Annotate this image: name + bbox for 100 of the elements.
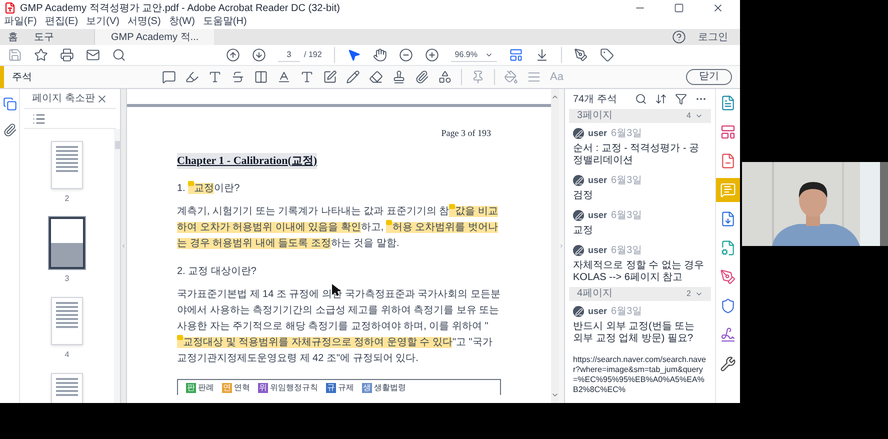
chapter-heading: Chapter 1 - Calibration(교정) <box>177 152 318 169</box>
previous-page-icon[interactable] <box>226 48 240 62</box>
menu-item[interactable]: 도움말(H) <box>202 17 247 27</box>
page-group-label[interactable]: 3페이지 <box>577 111 687 121</box>
page-number-field[interactable]: 3 <box>278 48 300 62</box>
page-count: / 192 <box>304 49 322 61</box>
menu-item[interactable]: 파일(F) <box>4 17 37 27</box>
comment-card[interactable]: user 6월3일 순서 : 교정 - 적격성평가 - 공정밸리데이션 <box>565 123 715 170</box>
page-header: Page 3 of 193 <box>441 127 491 140</box>
section-heading: 2. 교정 대상이란? <box>177 265 258 279</box>
page-fit-icon[interactable] <box>509 48 524 62</box>
annotation-tool-icon[interactable] <box>254 70 268 84</box>
annotation-tool-icon[interactable] <box>300 70 314 84</box>
mail-icon[interactable] <box>86 48 100 62</box>
print-icon[interactable] <box>60 48 74 62</box>
tab[interactable]: GMP Academy 적... <box>94 29 214 45</box>
zoom-in-icon[interactable] <box>424 48 439 62</box>
tool-icon[interactable] <box>720 298 736 314</box>
annotation-tool-icon[interactable] <box>208 70 222 84</box>
fill-color-icon[interactable] <box>504 70 518 84</box>
zoom-dropdown[interactable]: 96.9% <box>450 48 498 62</box>
comment-author: user <box>588 304 608 318</box>
window-title: GMP Academy 적격성평가 교안.pdf - Adobe Acrobat Reader DC (32-bit) <box>20 2 340 16</box>
comment-card[interactable]: user 6월3일 교정 <box>565 205 715 240</box>
avatar-icon <box>573 175 584 186</box>
pointer-icon[interactable] <box>346 48 361 62</box>
tool-icon[interactable] <box>720 211 736 227</box>
legend-badge: 판 <box>186 382 196 392</box>
tag-icon[interactable] <box>600 48 614 62</box>
annotation-tool-icon[interactable] <box>277 70 291 84</box>
legend-label: 연혁 <box>234 382 250 394</box>
tool-icon[interactable] <box>720 356 736 372</box>
attachment-icon[interactable] <box>2 123 16 137</box>
tab[interactable]: 홈 <box>0 29 26 45</box>
sign-icon[interactable] <box>574 48 588 62</box>
comment-link[interactable]: https://search.naver.com/search.naver?where=image&sm=tab_jum&query=%EC%95%95%EB%A0%A5%EA%B2%8C%EC% <box>573 355 707 395</box>
panel-title: 페이지 축소판 <box>32 92 95 106</box>
close-button[interactable]: 닫기 <box>686 69 732 85</box>
legend-label: 판례 <box>198 382 214 394</box>
page-thumbnail[interactable] <box>49 217 85 269</box>
close-icon[interactable] <box>96 92 108 104</box>
page-number: 3 <box>64 273 70 285</box>
annotation-tool-icon[interactable] <box>162 70 176 84</box>
comment-date: 6월3일 <box>611 174 642 188</box>
comment-card[interactable]: user 6월3일 자체적으로 정할 수 없는 경우 KOLAS --> 6페이지 참고 <box>565 240 715 287</box>
annotation-tool-icon[interactable] <box>323 70 337 84</box>
comment-author: user <box>588 126 608 140</box>
filter-icon[interactable] <box>675 93 687 105</box>
comments-count: 74개 주석 <box>573 92 618 106</box>
search-icon[interactable] <box>112 48 126 62</box>
chevron-icon[interactable] <box>695 290 703 298</box>
scroll-down-icon[interactable] <box>551 391 559 399</box>
hand-icon[interactable] <box>372 48 387 62</box>
pages-icon[interactable] <box>2 97 16 111</box>
annotation-tool-icon[interactable] <box>392 70 406 84</box>
legend-badge: 생 <box>362 382 372 392</box>
scrollbar-thumb[interactable] <box>114 141 120 149</box>
tool-icon[interactable] <box>720 124 736 140</box>
annotation-tool-icon[interactable] <box>231 70 245 84</box>
comment-author: user <box>588 174 608 187</box>
chevron-icon[interactable] <box>695 112 703 120</box>
menu-item[interactable]: 서명(S) <box>127 17 161 27</box>
avatar-icon <box>573 128 584 139</box>
search-icon[interactable] <box>635 93 647 105</box>
annotation-tool-icon[interactable] <box>415 70 429 84</box>
close-icon[interactable] <box>712 2 724 14</box>
annotation-tool-icon[interactable] <box>369 70 383 84</box>
menu-item[interactable]: 편집(E) <box>44 17 78 27</box>
sort-icon[interactable] <box>655 93 667 105</box>
menu-item[interactable]: 창(W) <box>168 17 195 27</box>
scroll-up-icon[interactable] <box>551 93 559 101</box>
star-icon[interactable] <box>34 48 48 62</box>
comment-date: 6월3일 <box>611 127 642 141</box>
save-icon[interactable] <box>8 48 22 62</box>
comment-date: 6월3일 <box>611 244 642 258</box>
comment-toolbar-title: 주석 <box>12 70 33 84</box>
tool-icon[interactable] <box>720 327 736 343</box>
avatar-icon <box>573 306 584 317</box>
tab[interactable]: 도구 <box>26 29 62 45</box>
login-link[interactable]: 로그인 <box>698 30 728 44</box>
comment-card[interactable]: user 6월3일 검정 <box>565 170 715 205</box>
legend-badge: 연 <box>222 382 232 392</box>
restore-icon[interactable] <box>674 3 684 13</box>
annotation-tool-icon[interactable] <box>346 70 360 84</box>
annotation-tool-icon[interactable] <box>185 70 199 84</box>
help-icon[interactable] <box>672 30 686 44</box>
comment-text: 자체적으로 정할 수 없는 경우 KOLAS --> 6페이지 참고 <box>573 260 706 284</box>
comment-card[interactable]: user 6월3일 반드시 외부 교정(번들 또는 외부 교정 업체 방문) 필요? https://search.naver.com/search.naver?where=image&sm=tab_jum&query=%EC%95%95%EB%A0%A5%EA%B2%8C%EC% <box>565 301 715 398</box>
body-paragraph: 계측기, 시험기기 또는 기록계가 나타내는 값과 표준기기의 참 값을 비교하여 오차가 허용범위 이내에 있음을 확인하고, 허용 오차범위를 벗어나는 경우 허용범위 내에 들도록 조정하는 것을 말함. <box>177 204 500 251</box>
legend-label: 규제 <box>338 382 354 394</box>
legend-badge: 규 <box>326 382 336 392</box>
comment-count: 2 <box>686 288 691 300</box>
comment-author: user <box>588 244 608 257</box>
annotation-tool-icon[interactable] <box>438 70 452 84</box>
page-group-label[interactable]: 4페이지 <box>577 289 687 299</box>
menu-item[interactable]: 보기(V) <box>86 17 120 27</box>
scroll-mode-icon[interactable] <box>535 48 550 62</box>
zoom-out-icon[interactable] <box>398 48 413 62</box>
comment-date: 6월3일 <box>611 209 642 223</box>
next-page-icon[interactable] <box>252 48 266 62</box>
